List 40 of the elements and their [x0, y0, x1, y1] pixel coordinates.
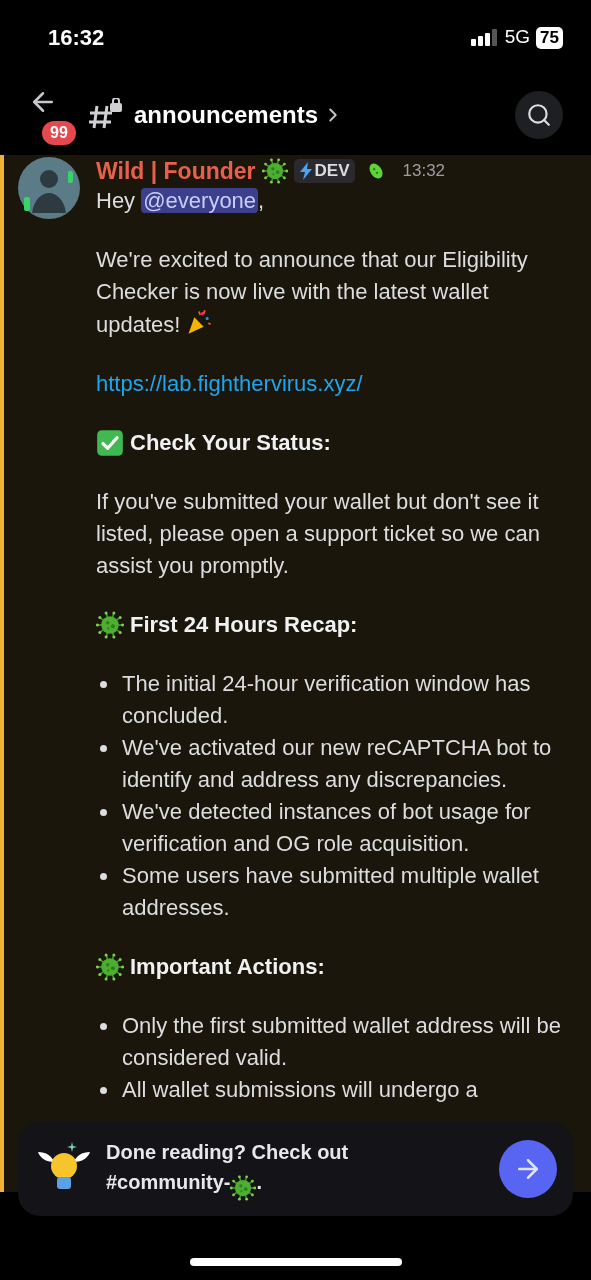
message-paragraph: We're excited to announce that our Eligibility Checker is now live with the latest wallet updates! [96, 246, 529, 339]
status-time: 16:32 [48, 24, 105, 52]
message-timestamp: 13:32 [402, 160, 446, 183]
user-avatar [18, 157, 80, 219]
unread-badge: 99 [40, 119, 78, 147]
search-icon [526, 102, 552, 128]
message-paragraph: If you've submitted your wallet but don't see it listed, please open a support ticket so we can assist you promptly. [96, 488, 541, 580]
author-name[interactable]: Wild | Founder [96, 155, 256, 189]
greeting-text: Hey @everyone, [96, 187, 266, 215]
link[interactable]: https://lab.fighthervirus.xyz/ [96, 368, 577, 400]
bullet-icon [100, 809, 107, 816]
banner-text: Done reading? Check out #community- . [106, 1136, 368, 1202]
virus-icon [96, 953, 124, 981]
list-item-text: All wallet submissions will undergo a [122, 1076, 478, 1104]
mention[interactable]: @everyone [141, 188, 259, 213]
section-heading: Important Actions: [130, 953, 325, 981]
check-mark-icon [96, 429, 124, 457]
list-item-text: The initial 24-hour verification window has concluded. [122, 670, 532, 730]
bullet-icon [100, 1023, 107, 1030]
list-item-text: We've activated our new reCAPTCHA bot to identify and address any discrepancies. [122, 734, 553, 794]
virus-icon [96, 611, 124, 639]
list-item-text: Only the first submitted wallet address will be considered valid. [122, 1012, 562, 1072]
network-label: 5G [504, 25, 531, 50]
battery-indicator: 75 [536, 26, 563, 49]
list-item-text: Some users have submitted multiple wallet addresses. [122, 862, 540, 922]
bullet-icon [100, 681, 107, 688]
section-heading: First 24 Hours Recap: [130, 611, 358, 639]
lightning-icon [298, 162, 313, 180]
bullet-icon [100, 745, 107, 752]
virus-icon [261, 158, 288, 184]
virus-emoji-icon [230, 1175, 257, 1202]
channel-name[interactable]: announcements [134, 97, 319, 133]
list-item-text: We've detected instances of bot usage for verification and OG role acquisition. [122, 798, 532, 858]
search-button[interactable] [515, 91, 563, 139]
signal-icon [470, 28, 499, 47]
bullet-icon [100, 873, 107, 880]
next-channel-button[interactable] [499, 1140, 557, 1198]
section-heading: Check Your Status: [130, 429, 331, 457]
bullet-icon [100, 1087, 107, 1094]
role-tag: DEV [293, 159, 355, 183]
